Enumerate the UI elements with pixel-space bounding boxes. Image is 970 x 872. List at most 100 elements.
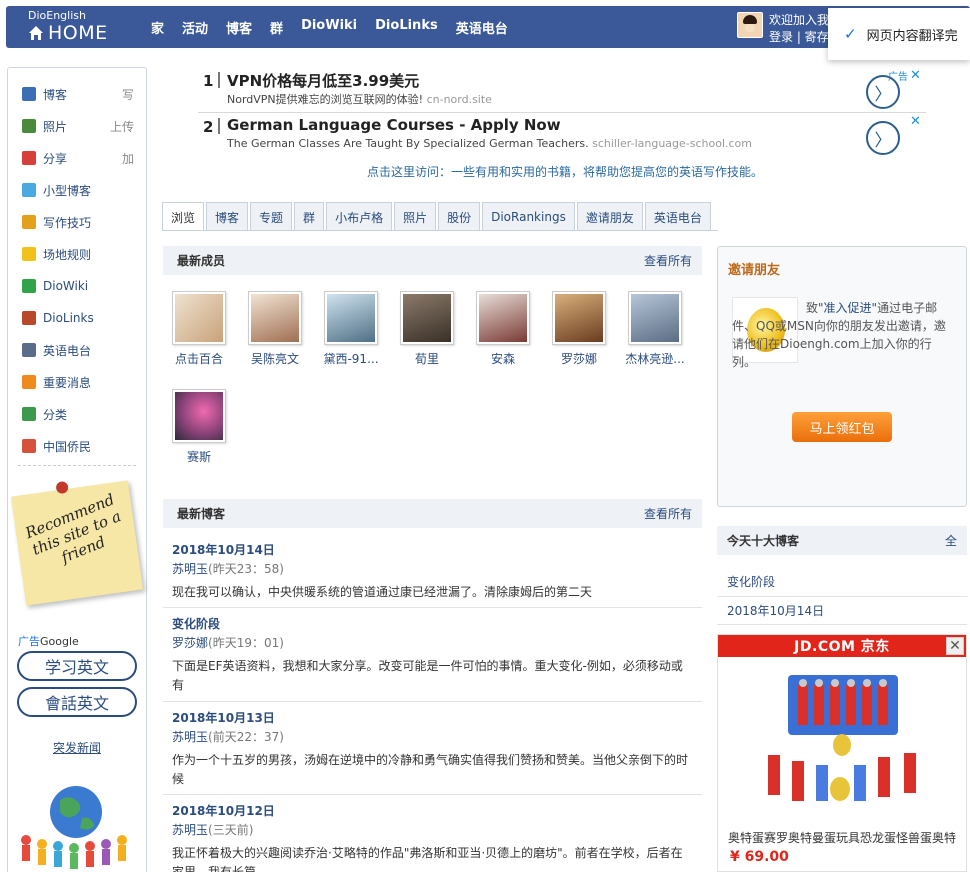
ad-row-1[interactable]: 1 VPN价格每月低至3.99美元 NordVPN提供难忘的浏览互联网的体验! … [198,68,926,112]
blog-author[interactable]: 苏明玉 [172,823,208,837]
invite-title: 邀请朋友 [728,263,781,278]
member-name[interactable]: 荀里 [396,350,458,367]
member-name[interactable]: 杰林亮逊... [624,350,686,367]
blog-author[interactable]: 苏明玉 [172,562,208,576]
nav-item-activity[interactable]: 活动 [182,18,208,37]
puzzle-icon [22,439,36,453]
tab-topics[interactable]: 专题 [250,202,293,231]
member-card[interactable]: 杰林亮逊... [624,291,686,367]
access-promotion-link[interactable]: "准入促进" [818,301,877,315]
member-name[interactable]: 安森 [472,350,534,367]
ad-title[interactable]: VPN价格每月低至3.99美元 [227,70,419,91]
view-all-link[interactable]: 全 [945,532,957,549]
blog-time: (昨天23：58) [208,562,284,576]
member-card[interactable]: 荀里 [396,291,458,367]
member-name[interactable]: 点击百合 [168,350,230,367]
sidebar-item-label: DioWiki [43,279,89,293]
recommend-note[interactable]: Recommend this site to a friend [10,480,144,606]
site-logo[interactable]: DioEnglish HOME [28,9,108,44]
tab-radio[interactable]: 英语电台 [644,202,711,231]
top10-item[interactable]: 2018年10月14日 [727,602,824,619]
nav-item-home[interactable]: 家 [151,18,164,37]
sidebar-item[interactable]: DioLinks [22,308,134,328]
jd-ad[interactable]: JD.COM 京东 ✕ 奥特蛋赛罗奥特曼蛋玩具恐龙蛋怪兽蛋奥特 ¥ 69.00 [717,634,967,872]
view-all-link[interactable]: 查看所有 [644,505,692,522]
heart-share-icon [22,151,36,165]
member-avatar[interactable] [172,291,226,345]
member-avatar[interactable] [324,291,378,345]
conversation-english-button[interactable]: 會話英文 [17,687,137,717]
top10-item[interactable]: 变化阶段 [727,573,775,590]
sidebar-item[interactable]: 写作技巧 [22,212,134,232]
tab-invite-friends[interactable]: 邀请朋友 [576,202,643,231]
sidebar-item[interactable]: 分类 [22,404,134,424]
member-card[interactable]: 罗莎娜 [548,291,610,367]
sidebar-item[interactable]: 场地规则 [22,244,134,264]
sidebar-item[interactable]: 分享 加 [22,148,134,168]
member-name[interactable]: 赛斯 [168,448,230,465]
blog-title[interactable]: 2018年10月13日 [172,709,692,726]
blog-author[interactable]: 苏明玉 [172,730,208,744]
tab-browse[interactable]: 浏览 [162,202,205,231]
sidebar-item[interactable]: 小型博客 [22,180,134,200]
sidebar-item[interactable]: 英语电台 [22,340,134,360]
chevron-right-icon[interactable]: 〉 [866,121,900,155]
member-avatar[interactable] [628,291,682,345]
member-name[interactable]: 吴陈亮文 [244,350,306,367]
nav-item-diowiki[interactable]: DioWiki [301,18,357,37]
sidebar-item-action[interactable]: 写 [122,86,134,103]
get-red-packet-button[interactable]: 马上领红包 [792,412,892,442]
ad-row-2[interactable]: 2 German Language Courses - Apply Now Th… [198,114,926,158]
member-avatar[interactable] [552,291,606,345]
divider [717,624,967,625]
sidebar-item-label: 中国侨民 [43,439,92,454]
avatar[interactable] [737,12,763,38]
member-card[interactable]: 点击百合 [168,291,230,367]
member-card[interactable]: 安森 [472,291,534,367]
nav-item-radio[interactable]: 英语电台 [456,18,508,37]
member-name[interactable]: 黛西-91... [320,350,382,367]
blog-title[interactable]: 2018年10月12日 [172,802,692,819]
tab-diorankings[interactable]: DioRankings [482,202,575,231]
close-icon[interactable]: ✕ [910,68,921,83]
tab-blog[interactable]: 博客 [206,202,249,231]
view-all-link[interactable]: 查看所有 [644,252,692,269]
tab-microblog[interactable]: 小布卢格 [326,202,393,231]
member-avatar[interactable] [476,291,530,345]
nav-item-groups[interactable]: 群 [270,18,283,37]
member-avatar[interactable] [400,291,454,345]
blog-title[interactable]: 2018年10月14日 [172,541,692,558]
close-icon[interactable]: ✕ [946,637,964,655]
tab-photos[interactable]: 照片 [394,202,437,231]
breaking-news-link[interactable]: 突发新闻 [53,739,101,756]
sidebar-item-label: 博客 [43,87,68,102]
blog-title[interactable]: 变化阶段 [172,615,692,632]
sidebar-item[interactable]: DioWiki [22,276,134,296]
sidebar-item[interactable]: 照片 上传 [22,116,134,136]
learn-english-button[interactable]: 学习英文 [17,651,137,681]
new-members-header: 最新成员 查看所有 [163,246,702,275]
sidebar-item[interactable]: 中国侨民 [22,436,134,456]
login-links[interactable]: 登录 | 寄存 [769,29,829,46]
books-info-link[interactable]: 点击这里访问：一些有用和实用的书籍，将帮助您提高您的英语写作技能。 [367,163,763,180]
sidebar-item-action[interactable]: 上传 [110,118,134,135]
member-avatar[interactable] [172,389,226,443]
blog-author[interactable]: 罗莎娜 [172,636,208,650]
ad-title[interactable]: German Language Courses - Apply Now [227,116,561,134]
sidebar-item-action[interactable]: 加 [122,150,134,167]
close-icon[interactable]: ✕ [910,114,921,129]
member-card[interactable]: 黛西-91... [320,291,382,367]
sidebar-item[interactable]: 博客 写 [22,84,134,104]
member-name[interactable]: 罗莎娜 [548,350,610,367]
nav-item-blog[interactable]: 博客 [226,18,252,37]
sidebar-item[interactable]: 重要消息 [22,372,134,392]
tab-shares[interactable]: 股份 [438,202,481,231]
blog-meta: 苏明玉(昨天23：58) [172,560,692,577]
tab-groups[interactable]: 群 [294,202,325,231]
member-avatar[interactable] [248,291,302,345]
product-title[interactable]: 奥特蛋赛罗奥特曼蛋玩具恐龙蛋怪兽蛋奥特 [728,829,956,846]
member-card[interactable]: 吴陈亮文 [244,291,306,367]
member-card[interactable]: 赛斯 [168,389,230,465]
nav-item-diolinks[interactable]: DioLinks [375,18,438,37]
product-price: ¥ 69.00 [730,849,789,865]
